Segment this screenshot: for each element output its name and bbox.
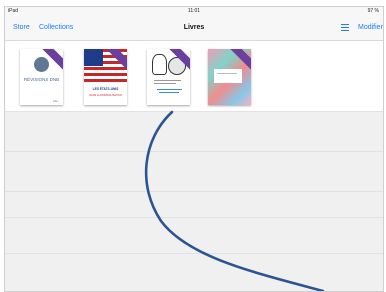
ipad-screen: iPad 11:01 97 % Store Collections Livres… xyxy=(4,6,384,292)
handwritten-arrow-stroke xyxy=(144,110,325,291)
stroke-path xyxy=(144,110,325,291)
